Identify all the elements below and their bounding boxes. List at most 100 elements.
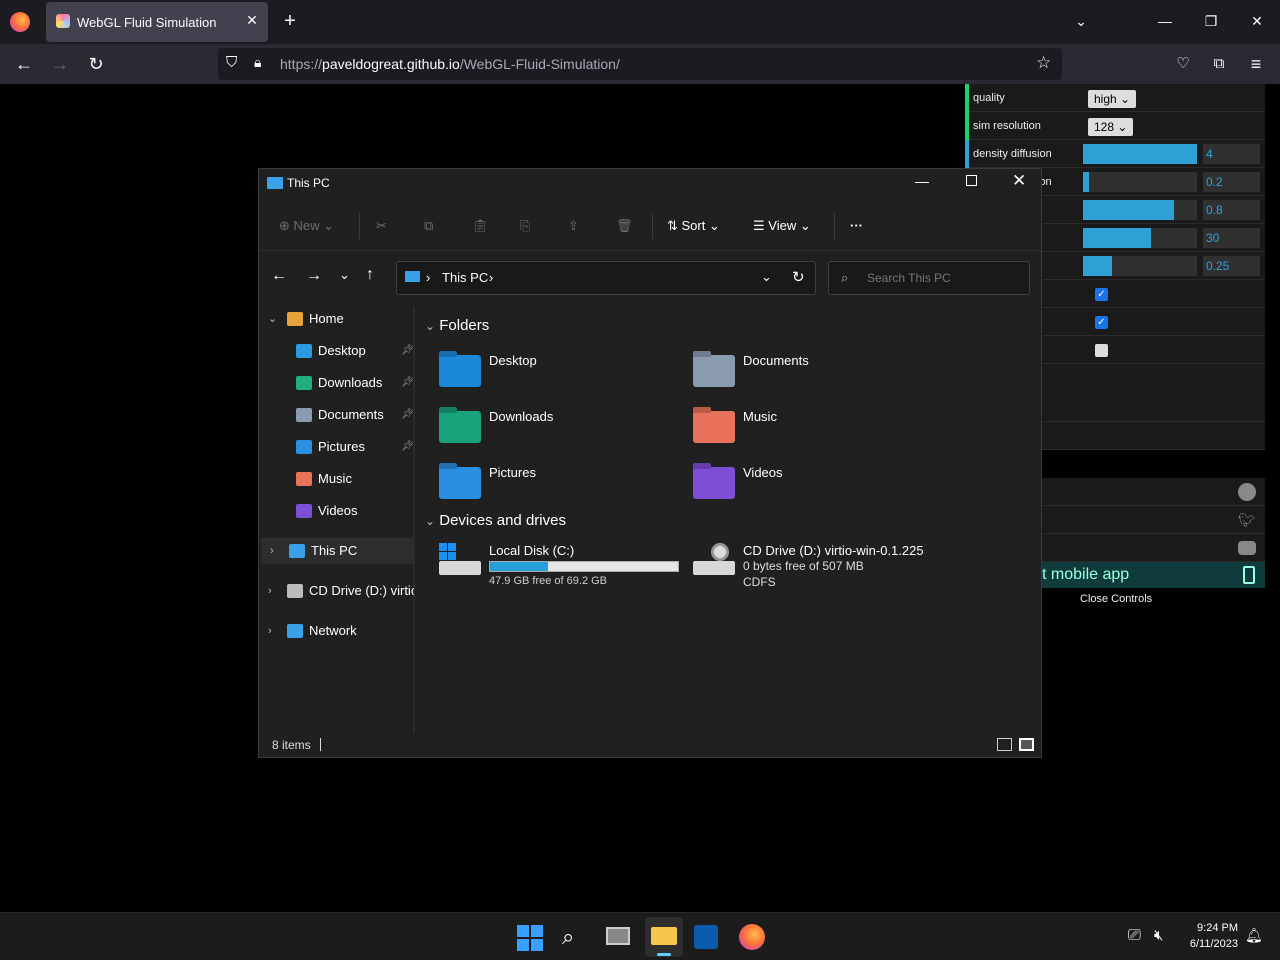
folder-music[interactable]: Music — [671, 399, 911, 451]
nav-item-videos[interactable]: Videos — [259, 498, 414, 524]
maximize-icon[interactable] — [966, 175, 977, 186]
nav-item-desktop[interactable]: Desktop 📌︎ — [259, 338, 414, 364]
rename-icon[interactable]: ⎘ — [520, 214, 530, 238]
browser-tab[interactable]: WebGL Fluid Simulation ✕ — [46, 2, 268, 42]
explorer-title-bar[interactable]: This PC — ✕ — [259, 169, 1041, 201]
nav-item-pictures[interactable]: Pictures 📌︎ — [259, 434, 414, 460]
chevron-right-icon[interactable]: › — [268, 578, 272, 604]
gui-slider[interactable] — [1083, 256, 1197, 276]
address-dropdown-icon[interactable]: ⌄ — [761, 269, 772, 285]
gui-row[interactable]: density diffusion 4 — [965, 140, 1265, 168]
restore-icon[interactable]: ❐ — [1196, 8, 1226, 34]
folder-videos[interactable]: Videos — [671, 455, 911, 507]
network-icon[interactable]: ⎚ — [1128, 927, 1156, 955]
gui-select[interactable]: 128 ⌄ — [1088, 118, 1134, 136]
search-input[interactable] — [867, 268, 1017, 288]
discord-row[interactable] — [1042, 534, 1265, 562]
twitter-row[interactable]: 🐦︎ — [1042, 506, 1265, 534]
more-options-icon[interactable]: ··· — [850, 214, 863, 238]
drive-d[interactable]: CD Drive (D:) virtio-win-0.1.225 0 bytes… — [671, 537, 971, 597]
forward-icon[interactable]: → — [47, 51, 73, 77]
search-icon[interactable]: ⌕ — [562, 923, 590, 951]
menu-icon[interactable]: ≡ — [1243, 51, 1269, 77]
notifications-icon[interactable]: 🔔︎ — [1245, 927, 1273, 955]
shield-icon[interactable]: ⛉ — [226, 54, 237, 71]
up-icon[interactable]: ↑ — [366, 266, 374, 284]
close-controls-button[interactable]: Close Controls — [1080, 593, 1152, 605]
details-view-icon[interactable] — [997, 738, 1012, 751]
folder-downloads[interactable]: Downloads — [417, 399, 657, 451]
paste-icon[interactable]: 📋︎ — [472, 214, 489, 238]
gui-value-input[interactable]: 0.8 — [1203, 200, 1260, 220]
reload-icon[interactable]: ↻ — [83, 51, 109, 77]
refresh-icon[interactable]: ↻ — [792, 268, 805, 286]
gui-row[interactable]: sim resolution 128 ⌄ — [965, 112, 1265, 140]
address-bar[interactable]: › This PC › ⌄ ↻ — [396, 261, 816, 295]
gui-slider[interactable] — [1083, 172, 1197, 192]
drives-header[interactable]: ⌄ Devices and drives — [425, 512, 566, 529]
folders-header[interactable]: ⌄ Folders — [425, 317, 489, 334]
folder-documents[interactable]: Documents — [671, 343, 911, 395]
start-icon[interactable] — [517, 925, 543, 951]
minimize-icon[interactable]: — — [915, 173, 929, 189]
pocket-icon[interactable]: ♡ — [1170, 51, 1196, 77]
volume-icon[interactable]: 🔇︎ — [1154, 927, 1182, 955]
nav-item-network[interactable]: › Network — [259, 618, 414, 644]
cut-icon[interactable]: ✂ — [376, 214, 387, 238]
nav-item-thispc[interactable]: › This PC — [261, 538, 413, 564]
gui-row[interactable] — [1042, 394, 1265, 422]
firefox-taskbar-icon[interactable] — [739, 924, 765, 950]
copy-icon[interactable]: ⧉ — [424, 214, 433, 238]
recent-locations-icon[interactable]: ⌄ — [339, 267, 350, 283]
gui-row[interactable]: quality high ⌄ — [965, 84, 1265, 112]
tab-close-icon[interactable]: ✕ — [244, 12, 260, 28]
gui-slider[interactable] — [1083, 144, 1197, 164]
clock-date[interactable]: 6/11/2023 — [1180, 938, 1238, 950]
breadcrumb-separator[interactable]: › — [489, 270, 493, 285]
minimize-icon[interactable]: — — [1150, 8, 1180, 34]
bookmark-star-icon[interactable]: ☆ — [1036, 53, 1051, 73]
nav-item-downloads[interactable]: Downloads 📌︎ — [259, 370, 414, 396]
nav-item-documents[interactable]: Documents 📌︎ — [259, 402, 414, 428]
close-icon[interactable]: ✕ — [1012, 171, 1026, 191]
folder-desktop[interactable]: Desktop — [417, 343, 657, 395]
chevron-right-icon[interactable]: › — [268, 618, 272, 644]
gui-value-input[interactable]: 4 — [1203, 144, 1260, 164]
firefox-icon[interactable] — [10, 12, 30, 32]
back-icon[interactable]: ← — [11, 51, 37, 77]
back-icon[interactable]: ← — [271, 267, 287, 285]
share-icon[interactable]: ⇪ — [568, 214, 579, 238]
gui-slider[interactable] — [1083, 228, 1197, 248]
nav-item-music[interactable]: Music — [259, 466, 414, 492]
forward-icon[interactable]: → — [306, 267, 322, 285]
gui-value-input[interactable]: 0.25 — [1203, 256, 1260, 276]
lock-icon[interactable]: 🔒︎ — [254, 54, 261, 71]
gui-checkbox[interactable]: ✓ — [1095, 288, 1108, 301]
sort-button[interactable]: ⇅ Sort ⌄ — [667, 214, 720, 238]
url-bar[interactable]: ⛉ 🔒︎ https://paveldogreat.github.io/WebG… — [218, 48, 1062, 80]
nav-item-home[interactable]: ⌄ Home — [259, 306, 414, 332]
drive-c[interactable]: Local Disk (C:) 47.9 GB free of 69.2 GB — [417, 537, 679, 597]
file-explorer-taskbar-button[interactable] — [645, 917, 683, 957]
clock-time[interactable]: 9:24 PM — [1190, 922, 1238, 934]
mobile-app-button[interactable]: t mobile app — [1042, 562, 1265, 588]
breadcrumb-separator[interactable]: › — [426, 270, 430, 285]
extensions-icon[interactable]: ⧉ — [1206, 51, 1232, 77]
gui-select[interactable]: high ⌄ — [1088, 90, 1137, 108]
breadcrumb[interactable]: This PC — [442, 270, 488, 285]
search-box[interactable]: ⌕ — [828, 261, 1030, 295]
close-window-icon[interactable]: ✕ — [1242, 8, 1272, 34]
large-icons-view-icon[interactable] — [1019, 738, 1034, 751]
list-tabs-icon[interactable]: ⌄ — [1066, 8, 1096, 34]
chevron-down-icon[interactable]: ⌄ — [268, 306, 277, 332]
url-text[interactable]: https://paveldogreat.github.io/WebGL-Flu… — [280, 56, 620, 72]
gui-value-input[interactable]: 0.2 — [1203, 172, 1260, 192]
delete-icon[interactable]: 🗑︎ — [616, 214, 633, 238]
gui-checkbox[interactable] — [1095, 344, 1108, 357]
chevron-right-icon[interactable]: › — [270, 538, 274, 564]
gui-row[interactable] — [1042, 422, 1265, 450]
new-button[interactable]: ⊕ New ⌄ — [279, 214, 334, 238]
view-button[interactable]: ☰ View ⌄ — [753, 214, 811, 238]
new-tab-button[interactable]: + — [280, 11, 300, 31]
store-icon[interactable] — [694, 925, 718, 949]
